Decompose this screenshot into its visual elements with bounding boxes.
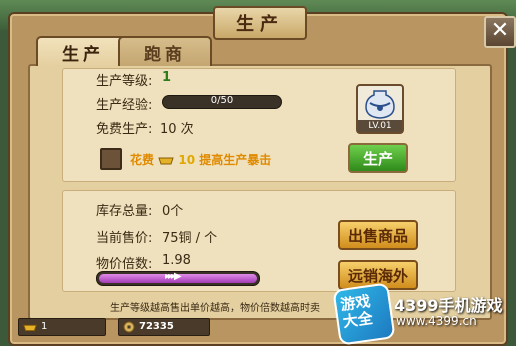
window-title: 生产	[213, 6, 307, 40]
watermark-brand: 4399手机游戏	[394, 296, 503, 315]
price-label: 当前售价:	[96, 231, 153, 246]
watermark-url: www.4399.cn	[396, 314, 477, 328]
stock-value: 0个	[162, 204, 184, 219]
stock-label: 库存总量:	[96, 204, 153, 219]
free-production-label: 免费生产:	[96, 122, 153, 137]
free-production-value: 10 次	[160, 122, 194, 137]
coin-value: 72335	[139, 321, 174, 332]
watermark-logo: 游戏 大全	[332, 282, 396, 346]
arrow-icon: ▸▸▸▶	[165, 271, 182, 282]
tip-suffix: 提高生产暴击	[199, 153, 272, 167]
multiplier-value: 1.98	[162, 253, 191, 268]
produce-button[interactable]: 生产	[348, 143, 408, 173]
porcelain-jar-icon	[365, 90, 395, 119]
production-level-label: 生产等级:	[96, 74, 153, 89]
coin-balance: 72335	[118, 318, 210, 336]
crit-boost-checkbox[interactable]	[100, 148, 122, 170]
close-icon: ✕	[490, 18, 510, 43]
gold-balance: 1	[18, 318, 106, 336]
multiplier-label: 物价倍数:	[96, 257, 153, 272]
price-multiplier-bar: ▸▸▸▶	[96, 271, 260, 286]
production-hint: 生产等级越高售出单价越高，物价倍数越高时卖	[110, 303, 320, 314]
product-item-slot[interactable]: LV.01	[356, 84, 404, 134]
crit-boost-tip: 花费 10 提高生产暴击	[130, 151, 271, 168]
production-exp-value: 0/50	[210, 95, 234, 106]
tab-trade[interactable]: 跑商	[118, 36, 212, 66]
gold-ingot-icon	[158, 157, 174, 165]
sell-goods-button[interactable]: 出售商品	[338, 220, 418, 250]
site-watermark: 游戏 大全 4399手机游戏 www.4399.cn	[332, 282, 512, 346]
copper-coin-icon	[123, 321, 135, 333]
item-level-badge: LV.01	[358, 120, 402, 132]
gold-ingot-icon	[23, 324, 37, 331]
production-exp-bar: 0/50	[162, 95, 282, 109]
gold-value: 1	[41, 321, 48, 332]
close-button[interactable]: ✕	[484, 16, 516, 48]
tip-prefix: 花费	[130, 153, 155, 167]
tip-amount: 10	[178, 153, 196, 167]
production-level-value: 1	[162, 70, 172, 85]
tab-production[interactable]: 生产	[36, 36, 130, 66]
price-value: 75铜 / 个	[162, 231, 218, 246]
watermark-logo-line2: 大全	[341, 308, 374, 331]
production-exp-label: 生产经验:	[96, 98, 153, 113]
